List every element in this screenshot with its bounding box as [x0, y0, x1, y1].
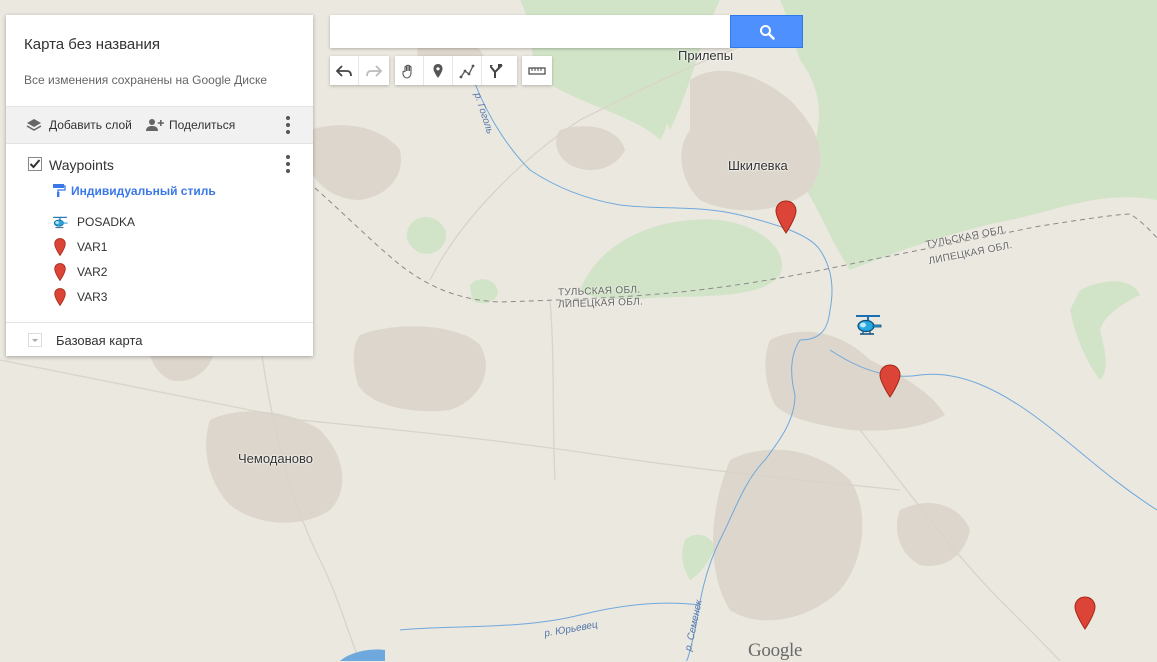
- undo-icon: [336, 64, 352, 77]
- measure-button[interactable]: [522, 56, 551, 85]
- panel-actions-bar: Добавить слой Поделиться: [6, 106, 313, 144]
- google-logo: Google: [748, 640, 803, 661]
- directions-button[interactable]: [482, 56, 511, 85]
- basemap-section[interactable]: Базовая карта: [6, 322, 313, 357]
- search-icon: [759, 24, 775, 40]
- layer-item-posadka[interactable]: POSADKA: [52, 212, 135, 232]
- layer-item-var1[interactable]: VAR1: [52, 237, 107, 257]
- add-person-icon: [146, 119, 164, 131]
- map-marker-var3[interactable]: [1074, 596, 1096, 630]
- layer-item-var3[interactable]: VAR3: [52, 287, 107, 307]
- red-pin-icon: [54, 238, 66, 256]
- map-side-panel: Карта без названия Все изменения сохране…: [6, 15, 313, 356]
- layer-item-var2[interactable]: VAR2: [52, 262, 107, 282]
- redo-button[interactable]: [359, 56, 388, 85]
- chevron-down-icon: [28, 333, 42, 347]
- layer-title[interactable]: Waypoints: [49, 157, 114, 173]
- map-options-button[interactable]: [278, 113, 298, 137]
- layer-item-label: VAR3: [77, 290, 108, 304]
- layer-item-label: VAR1: [77, 240, 108, 254]
- undo-button[interactable]: [330, 56, 359, 85]
- place-label-prilepy: Прилепы: [678, 48, 734, 63]
- history-toolbar: [330, 56, 389, 85]
- paint-roller-icon: [53, 184, 66, 197]
- add-layer-button[interactable]: Добавить слой: [26, 107, 132, 143]
- basemap-label: Базовая карта: [56, 332, 143, 348]
- map-marker-var2[interactable]: [879, 364, 901, 398]
- helicopter-icon: [53, 216, 68, 228]
- map-marker-var1[interactable]: [775, 200, 797, 234]
- directions-icon: [489, 63, 503, 78]
- save-status: Все изменения сохранены на Google Диске: [24, 73, 268, 87]
- add-layer-label: Добавить слой: [49, 118, 132, 132]
- tools-toolbar: [395, 56, 517, 85]
- share-label: Поделиться: [169, 118, 236, 132]
- map-title[interactable]: Карта без названия: [24, 36, 160, 53]
- ruler-icon: [527, 66, 546, 75]
- red-pin-icon: [54, 263, 66, 281]
- share-button[interactable]: Поделиться: [145, 107, 235, 143]
- search-button[interactable]: [730, 15, 803, 48]
- hand-icon: [402, 64, 412, 79]
- layer-item-label: VAR2: [77, 265, 108, 279]
- select-hand-button[interactable]: [395, 56, 424, 85]
- add-marker-button[interactable]: [424, 56, 453, 85]
- measure-toolbar: [522, 56, 552, 85]
- search-input[interactable]: [330, 15, 730, 48]
- layer-options-button[interactable]: [278, 152, 298, 176]
- layer-item-label: POSADKA: [77, 215, 136, 229]
- red-pin-icon: [54, 288, 66, 306]
- draw-line-button[interactable]: [453, 56, 482, 85]
- style-label: Индивидуальный стиль: [71, 183, 216, 198]
- layer-visibility-checkbox[interactable]: [28, 157, 42, 171]
- place-label-shkilevka: Шкилевка: [728, 158, 788, 173]
- place-label-chemodanovo: Чемоданово: [238, 451, 313, 466]
- map-marker-posadka-helicopter-icon[interactable]: [854, 313, 882, 337]
- redo-icon: [365, 64, 382, 77]
- layers-icon: [26, 119, 42, 131]
- draw-line-icon: [459, 64, 475, 78]
- layer-style-link[interactable]: Индивидуальный стиль: [52, 183, 216, 198]
- add-marker-icon: [433, 63, 443, 78]
